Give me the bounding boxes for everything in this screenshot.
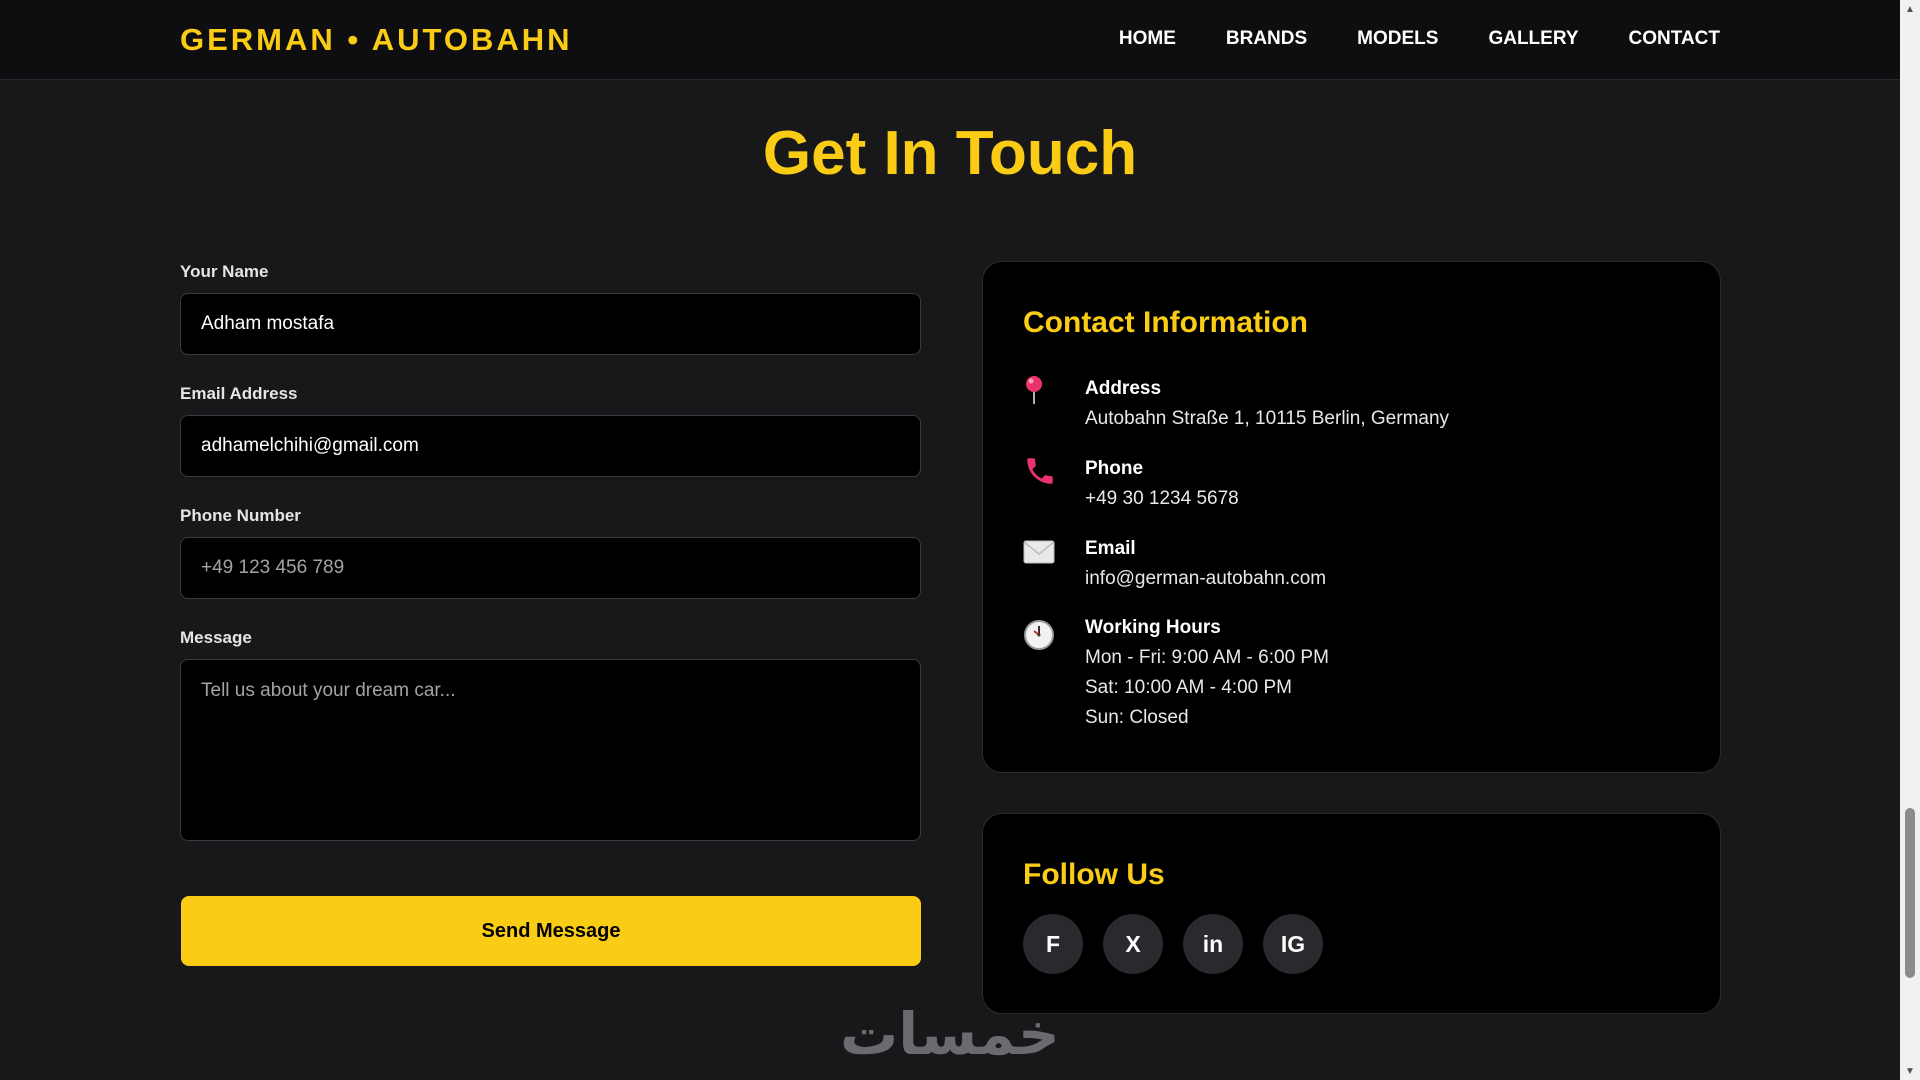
clock-icon — [1023, 613, 1085, 653]
phone-field-group: Phone Number — [180, 506, 921, 599]
follow-us-title: Follow Us — [1023, 858, 1165, 891]
phone-icon — [1023, 454, 1085, 494]
scroll-down-arrow-icon[interactable]: ▼ — [1900, 1062, 1920, 1080]
message-label: Message — [180, 628, 252, 647]
x-twitter-button[interactable]: X — [1103, 914, 1163, 974]
nav-home[interactable]: HOME — [1119, 28, 1176, 50]
email-item: Email info@german-autobahn.com — [1023, 534, 1326, 594]
email-info-value: info@german-autobahn.com — [1085, 568, 1327, 589]
follow-us-card: Follow Us F X in IG — [982, 813, 1721, 1014]
name-input[interactable] — [180, 293, 921, 355]
address-item: Address Autobahn Straße 1, 10115 Berlin,… — [1023, 374, 1449, 434]
email-input[interactable] — [180, 415, 921, 477]
hours-label: Working Hours — [1085, 617, 1221, 638]
name-label: Your Name — [180, 262, 269, 281]
address-label: Address — [1085, 378, 1162, 399]
site-logo[interactable]: GERMAN • AUTOBAHN — [180, 22, 573, 58]
message-textarea[interactable] — [180, 659, 921, 841]
linkedin-button[interactable]: in — [1183, 914, 1243, 974]
email-label: Email Address — [180, 384, 298, 403]
email-info-label: Email — [1085, 538, 1136, 559]
contact-info-title: Contact Information — [1023, 306, 1308, 339]
instagram-button[interactable]: IG — [1263, 914, 1323, 974]
watermark-logo: خمسات — [840, 1000, 1060, 1068]
name-field-group: Your Name — [180, 262, 921, 355]
hours-item: Working Hours Mon - Fri: 9:00 AM - 6:00 … — [1023, 613, 1329, 733]
navbar: GERMAN • AUTOBAHN HOME BRANDS MODELS GAL… — [0, 0, 1900, 80]
send-message-button[interactable]: Send Message — [181, 896, 921, 966]
phone-input[interactable] — [180, 537, 921, 599]
scroll-up-arrow-icon[interactable]: ▲ — [1900, 0, 1920, 18]
hours-saturday: Sat: 10:00 AM - 4:00 PM — [1085, 677, 1292, 698]
main-nav: HOME BRANDS MODELS GALLERY CONTACT — [1119, 28, 1720, 50]
phone-label: Phone Number — [180, 506, 301, 525]
social-links: F X in IG — [1023, 914, 1323, 974]
nav-brands[interactable]: BRANDS — [1226, 28, 1307, 50]
message-field-group: Message — [180, 628, 921, 846]
phone-item: Phone +49 30 1234 5678 — [1023, 454, 1239, 514]
address-value: Autobahn Straße 1, 10115 Berlin, Germany — [1085, 408, 1450, 429]
email-field-group: Email Address — [180, 384, 921, 477]
phone-info-label: Phone — [1085, 458, 1144, 479]
facebook-button[interactable]: F — [1023, 914, 1083, 974]
nav-models[interactable]: MODELS — [1357, 28, 1438, 50]
envelope-icon — [1023, 534, 1085, 574]
page-scrollbar[interactable]: ▲ ▼ — [1900, 0, 1920, 1080]
hours-sunday: Sun: Closed — [1085, 707, 1189, 728]
nav-contact[interactable]: CONTACT — [1629, 28, 1720, 50]
nav-gallery[interactable]: GALLERY — [1488, 28, 1578, 50]
scroll-thumb[interactable] — [1905, 808, 1915, 978]
hours-weekdays: Mon - Fri: 9:00 AM - 6:00 PM — [1085, 647, 1329, 668]
phone-info-value: +49 30 1234 5678 — [1085, 488, 1239, 509]
pin-icon — [1023, 374, 1085, 414]
contact-info-card: Contact Information Address Autobahn Str… — [982, 261, 1721, 773]
page-title: Get In Touch — [762, 119, 1138, 188]
contact-form: Your Name Email Address Phone Number Mes… — [180, 262, 921, 875]
